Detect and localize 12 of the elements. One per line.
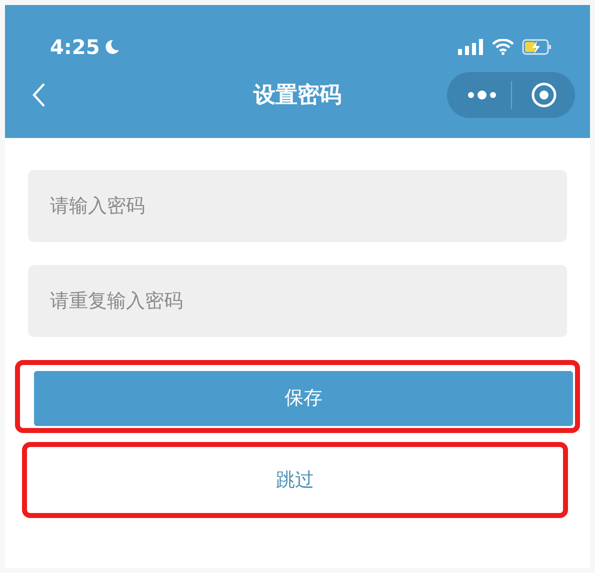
status-time: 4:25 — [50, 34, 100, 60]
signal-icon — [458, 38, 484, 54]
save-button[interactable]: 保存 — [34, 371, 573, 426]
close-icon[interactable] — [531, 82, 557, 108]
moon-icon — [104, 38, 120, 54]
more-icon[interactable] — [467, 90, 497, 100]
battery-icon — [522, 38, 552, 54]
back-icon[interactable] — [32, 82, 46, 108]
password-field[interactable]: 请输入密码 — [28, 170, 567, 242]
page-title: 设置密码 — [254, 82, 342, 110]
password-field[interactable]: 请重复输入密码 — [28, 265, 567, 337]
wifi-icon — [492, 38, 514, 54]
